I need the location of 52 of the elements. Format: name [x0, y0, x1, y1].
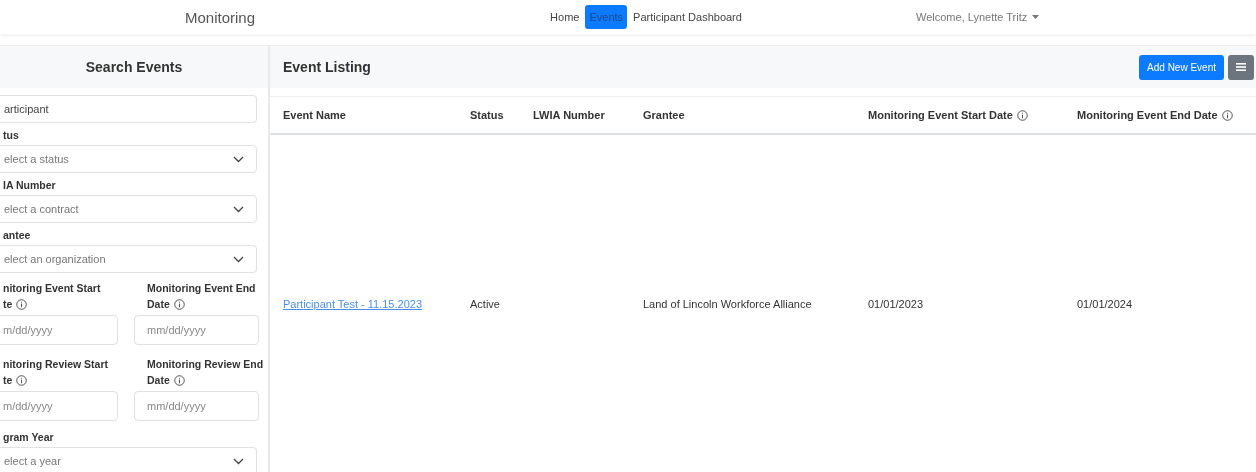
- field-label: te: [3, 297, 13, 312]
- field-label: nitoring Event Start: [3, 281, 101, 296]
- select-field[interactable]: elect a status: [0, 145, 257, 173]
- field-label: Date: [147, 373, 170, 388]
- column-header: Status: [470, 109, 504, 121]
- caret-icon: [1032, 15, 1040, 19]
- info-icon: [1016, 109, 1028, 121]
- table-cell: Land of Lincoln Workforce Alliance: [643, 297, 812, 310]
- menu-button[interactable]: [1228, 54, 1254, 80]
- info-icon: [16, 298, 28, 310]
- select-field[interactable]: elect an organization: [0, 245, 257, 273]
- field-label: nitoring Review Start: [3, 357, 108, 372]
- chevron-down-icon: [233, 457, 244, 465]
- field-label: te: [3, 373, 13, 388]
- chevron-down-icon: [233, 155, 244, 163]
- field-label: tus: [2, 128, 20, 143]
- date-field[interactable]: mm/dd/yyyy: [134, 315, 259, 345]
- field-label: IA Number: [2, 178, 57, 193]
- event-link[interactable]: Participant Test - 11.15.2023: [283, 297, 422, 310]
- column-header: LWIA Number: [533, 109, 605, 121]
- app-title: Monitoring: [184, 8, 255, 26]
- panel-title: Search Events: [85, 59, 183, 75]
- column-header: Event Name: [283, 109, 346, 121]
- field-label: Date: [147, 297, 170, 312]
- table-cell: Active: [470, 297, 500, 310]
- info-icon: [16, 374, 28, 386]
- column-header: Grantee: [643, 109, 685, 121]
- search-field[interactable]: articipant: [0, 95, 257, 123]
- chevron-down-icon: [233, 205, 244, 213]
- info-icon: [173, 374, 185, 386]
- column-header: Monitoring Event Start Date: [868, 109, 1013, 121]
- nav-link[interactable]: Participant Dashboard: [629, 5, 746, 29]
- column-header: Monitoring Event End Date: [1077, 109, 1218, 121]
- field-label: Monitoring Review End: [147, 357, 264, 372]
- chevron-down-icon: [233, 255, 244, 263]
- date-field[interactable]: mm/dd/yyyy: [134, 391, 259, 421]
- nav-link[interactable]: Home: [546, 5, 584, 29]
- menu-icon: [1236, 63, 1246, 71]
- user-menu[interactable]: Welcome, Lynette Tritz: [916, 11, 1040, 23]
- select-field[interactable]: elect a contract: [0, 195, 257, 223]
- info-icon: [173, 298, 185, 310]
- select-field[interactable]: elect a year: [0, 447, 257, 472]
- panel-title: Event Listing: [283, 59, 371, 75]
- table-cell: 01/01/2023: [868, 297, 924, 310]
- date-field[interactable]: m/dd/yyyy: [0, 391, 118, 421]
- date-field[interactable]: m/dd/yyyy: [0, 315, 118, 345]
- info-icon: [1221, 109, 1233, 121]
- table-cell: 01/01/2024: [1077, 297, 1133, 310]
- field-label: antee: [2, 228, 32, 243]
- add-event-button[interactable]: Add New Event: [1139, 54, 1224, 80]
- field-label: Monitoring Event End: [147, 281, 256, 296]
- field-label: gram Year: [2, 430, 55, 445]
